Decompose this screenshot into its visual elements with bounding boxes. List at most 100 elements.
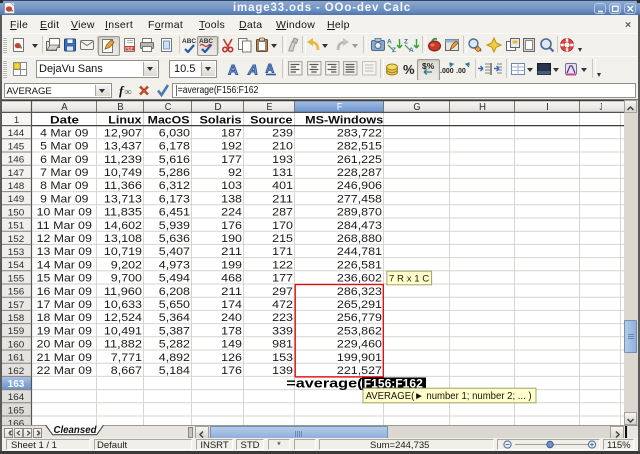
svg-text:10,719: 10,719 bbox=[104, 246, 142, 258]
svg-text:226,581: 226,581 bbox=[337, 259, 382, 271]
svg-text:150: 150 bbox=[8, 207, 25, 218]
svg-text:277,458: 277,458 bbox=[337, 193, 382, 205]
svg-text:265,291: 265,291 bbox=[337, 299, 382, 311]
svg-text:17 Mar 09: 17 Mar 09 bbox=[37, 299, 92, 311]
svg-text:153: 153 bbox=[8, 247, 25, 258]
svg-text:151: 151 bbox=[8, 221, 25, 232]
svg-text:284,473: 284,473 bbox=[337, 220, 382, 232]
svg-text:190: 190 bbox=[221, 233, 242, 245]
svg-text:1: 1 bbox=[14, 115, 19, 126]
svg-text:6,173: 6,173 bbox=[159, 193, 190, 205]
svg-text:∞: ∞ bbox=[125, 87, 132, 98]
svg-text:282,515: 282,515 bbox=[337, 141, 382, 153]
svg-text:13,108: 13,108 bbox=[104, 233, 142, 245]
svg-text:256,779: 256,779 bbox=[337, 312, 382, 324]
svg-text:15 Mar 09: 15 Mar 09 bbox=[37, 273, 92, 285]
svg-text:MS-Windows: MS-Windows bbox=[305, 114, 383, 126]
svg-text:152: 152 bbox=[8, 234, 25, 245]
svg-text:E: E bbox=[267, 102, 273, 113]
svg-text:5,184: 5,184 bbox=[159, 365, 190, 377]
svg-text:472: 472 bbox=[272, 299, 293, 311]
svg-text:PDF: PDF bbox=[125, 46, 134, 51]
svg-text:144: 144 bbox=[8, 128, 25, 139]
svg-text:12,907: 12,907 bbox=[104, 127, 142, 139]
svg-text:11 Mar 09: 11 Mar 09 bbox=[37, 220, 92, 232]
svg-text:4,892: 4,892 bbox=[159, 352, 190, 364]
svg-text:20 Mar 09: 20 Mar 09 bbox=[37, 339, 92, 351]
svg-text:146: 146 bbox=[8, 155, 25, 166]
svg-text:92: 92 bbox=[228, 167, 242, 179]
svg-text:171: 171 bbox=[272, 246, 293, 258]
svg-text:103: 103 bbox=[221, 180, 242, 192]
svg-text:6,178: 6,178 bbox=[159, 141, 190, 153]
svg-text:5,616: 5,616 bbox=[159, 154, 190, 166]
svg-text:165: 165 bbox=[8, 405, 25, 416]
svg-text:6,451: 6,451 bbox=[159, 207, 190, 219]
svg-text:14 Mar 09: 14 Mar 09 bbox=[37, 259, 92, 271]
svg-text:11,239: 11,239 bbox=[104, 154, 142, 166]
svg-text:Z: Z bbox=[404, 39, 408, 46]
svg-text:163: 163 bbox=[8, 379, 25, 390]
svg-text:5 Mar 09: 5 Mar 09 bbox=[40, 141, 88, 153]
svg-text:D: D bbox=[214, 102, 221, 113]
svg-text:174: 174 bbox=[221, 299, 242, 311]
svg-text:11,835: 11,835 bbox=[104, 207, 142, 219]
svg-text:Date: Date bbox=[50, 114, 79, 126]
svg-text:211: 211 bbox=[221, 286, 242, 298]
svg-text:11,960: 11,960 bbox=[104, 286, 142, 298]
svg-text:Linux: Linux bbox=[108, 114, 142, 126]
svg-text:149: 149 bbox=[221, 339, 242, 351]
svg-text:=average(: =average( bbox=[286, 376, 363, 391]
svg-text:5,282: 5,282 bbox=[159, 339, 190, 351]
svg-text:13,713: 13,713 bbox=[104, 193, 142, 205]
svg-text:162: 162 bbox=[8, 366, 25, 377]
svg-text:%: % bbox=[403, 62, 415, 77]
svg-text:297: 297 bbox=[272, 286, 293, 298]
svg-text:145: 145 bbox=[8, 141, 25, 152]
svg-text:170: 170 bbox=[272, 220, 293, 232]
svg-text:9,202: 9,202 bbox=[111, 259, 142, 271]
svg-text:ABC: ABC bbox=[199, 38, 213, 45]
svg-text:153: 153 bbox=[272, 352, 293, 364]
svg-text:5,407: 5,407 bbox=[159, 246, 190, 258]
svg-text:160: 160 bbox=[8, 339, 25, 350]
svg-text:J: J bbox=[600, 102, 603, 113]
svg-text:157: 157 bbox=[8, 300, 25, 311]
svg-text:147: 147 bbox=[8, 168, 25, 179]
svg-text:158: 158 bbox=[8, 313, 25, 324]
svg-text:176: 176 bbox=[221, 220, 242, 232]
svg-text:Source: Source bbox=[250, 114, 292, 126]
svg-text:229,460: 229,460 bbox=[337, 339, 382, 351]
svg-text:11,366: 11,366 bbox=[104, 180, 142, 192]
svg-text:187: 187 bbox=[221, 127, 242, 139]
svg-text:199,901: 199,901 bbox=[337, 352, 382, 364]
svg-text:A: A bbox=[387, 39, 392, 46]
svg-text:287: 287 bbox=[272, 207, 293, 219]
svg-text:F: F bbox=[337, 102, 342, 113]
svg-text:5,939: 5,939 bbox=[159, 220, 190, 232]
svg-text:156: 156 bbox=[8, 287, 25, 298]
svg-text:149: 149 bbox=[8, 194, 25, 205]
svg-text:22 Mar 09: 22 Mar 09 bbox=[37, 365, 92, 377]
svg-text:6,312: 6,312 bbox=[159, 180, 190, 192]
svg-text:122: 122 bbox=[272, 259, 293, 271]
svg-text:215: 215 bbox=[272, 233, 293, 245]
svg-text:5,650: 5,650 bbox=[159, 299, 190, 311]
svg-text:401: 401 bbox=[272, 180, 293, 192]
svg-text:177: 177 bbox=[272, 273, 293, 285]
svg-text:19 Mar 09: 19 Mar 09 bbox=[37, 325, 92, 337]
svg-text:236,602: 236,602 bbox=[337, 273, 382, 285]
svg-text:239: 239 bbox=[272, 127, 293, 139]
svg-text:211: 211 bbox=[221, 246, 242, 258]
svg-text:8 Mar 09: 8 Mar 09 bbox=[40, 180, 88, 192]
svg-text:4 Mar 09: 4 Mar 09 bbox=[40, 127, 88, 139]
svg-text:C: C bbox=[165, 102, 172, 113]
svg-text:Solaris: Solaris bbox=[200, 114, 242, 126]
svg-text:228,287: 228,287 bbox=[337, 167, 382, 179]
svg-text:211: 211 bbox=[272, 193, 293, 205]
svg-text:5,494: 5,494 bbox=[159, 273, 190, 285]
svg-text:6,208: 6,208 bbox=[159, 286, 190, 298]
svg-text:Cleansed: Cleansed bbox=[54, 425, 98, 436]
svg-text:5,636: 5,636 bbox=[159, 233, 190, 245]
svg-text:268,880: 268,880 bbox=[337, 233, 382, 245]
